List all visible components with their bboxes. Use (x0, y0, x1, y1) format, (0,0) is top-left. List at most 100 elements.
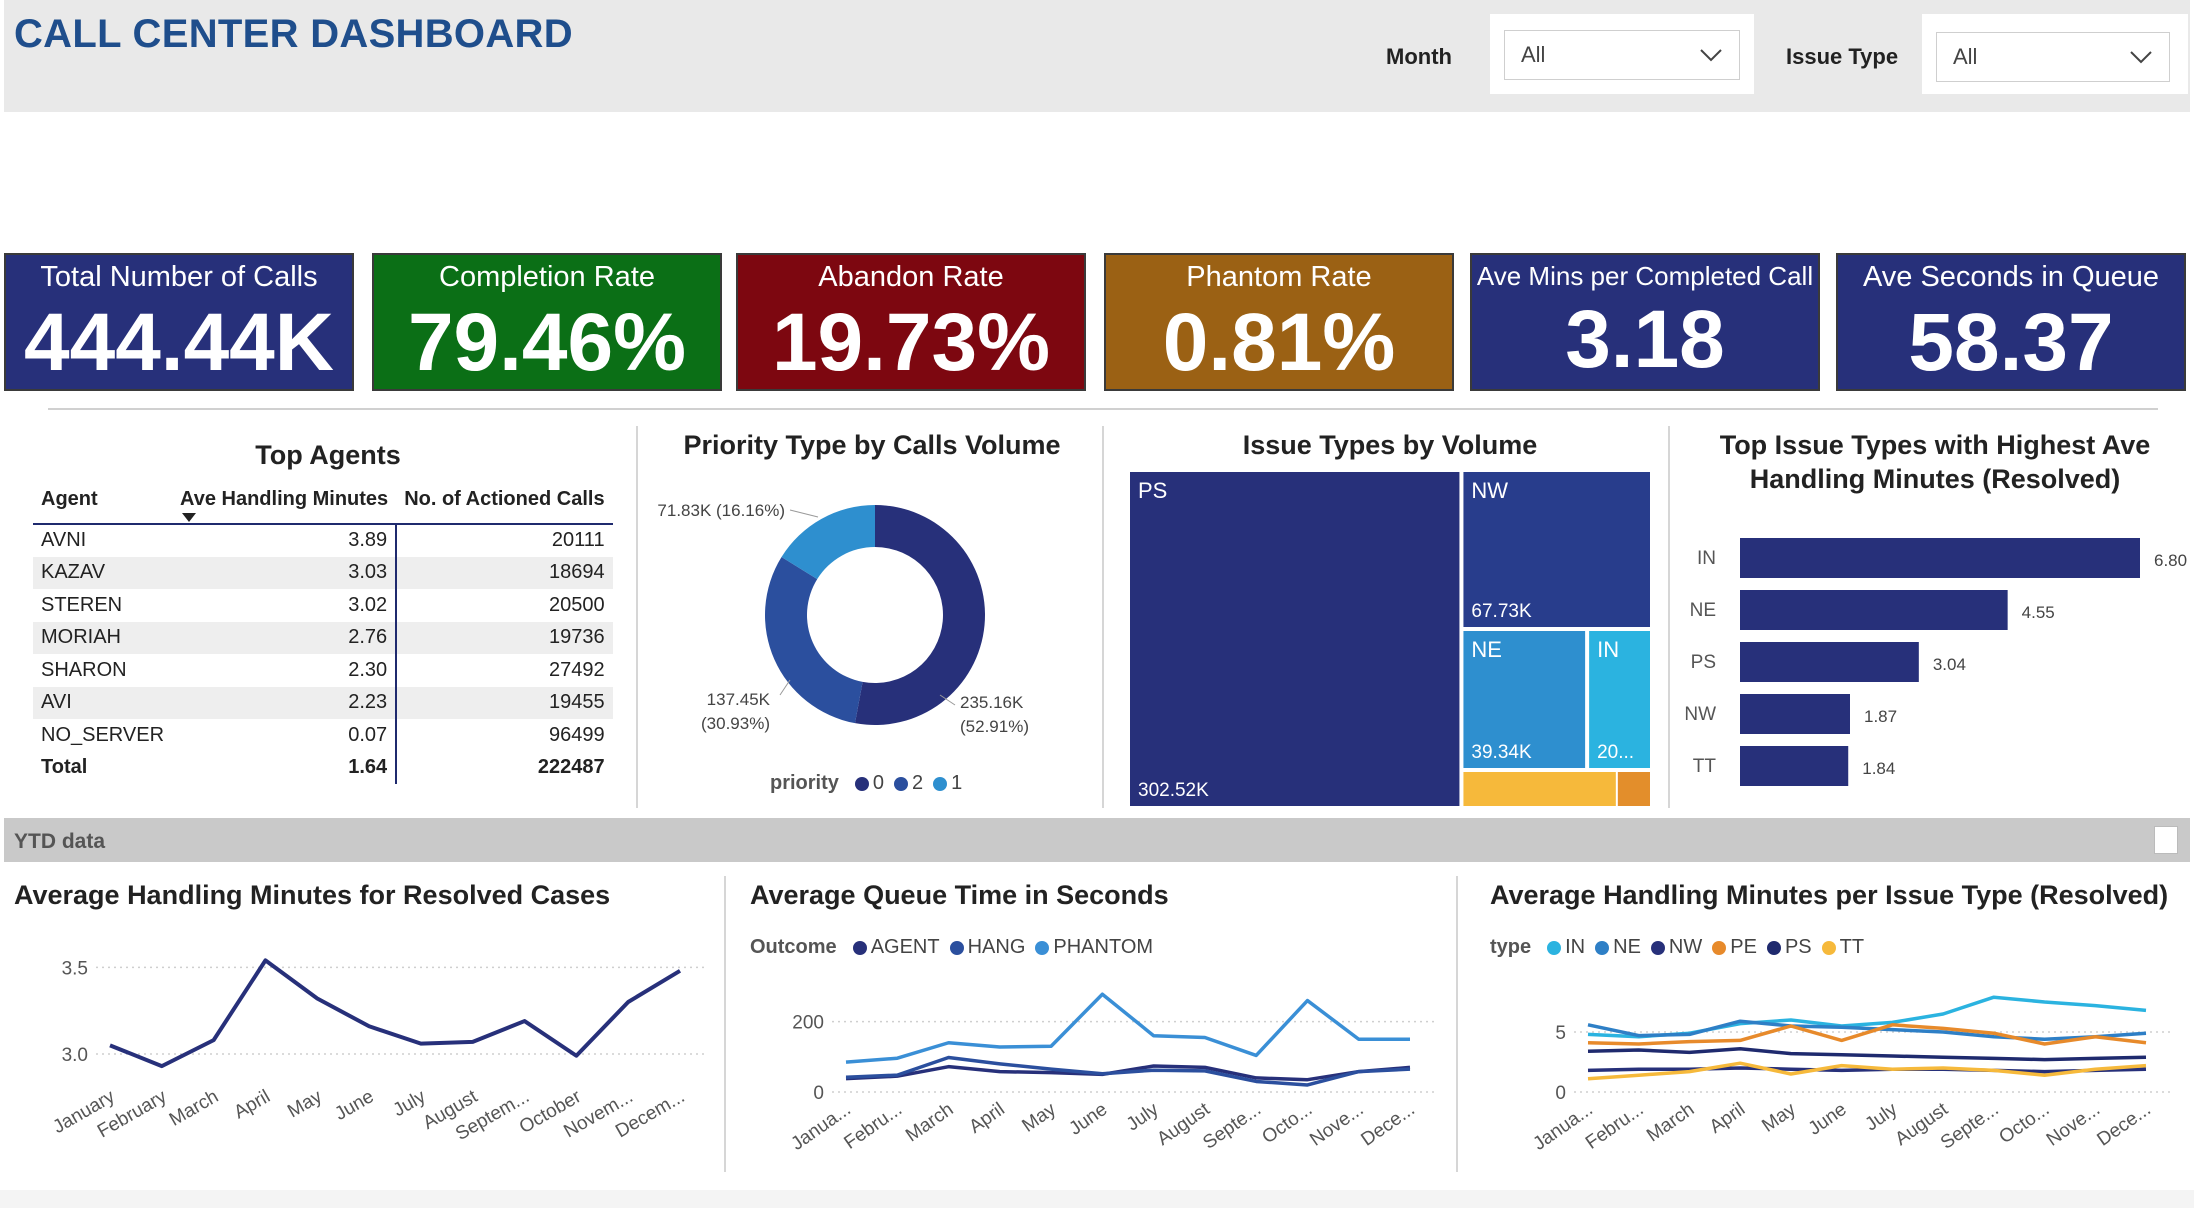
table-row[interactable]: KAZAV 3.03 18694 (33, 556, 613, 589)
x-tick-label: March (1643, 1099, 1698, 1146)
donut-slice-2 (765, 557, 863, 724)
table-row[interactable]: NO_SERVER 0.07 96499 (33, 719, 613, 752)
month-dropdown[interactable]: All (1504, 30, 1740, 80)
kpi-value: 3.18 (1565, 294, 1725, 385)
slice-label: 235.16K (960, 693, 1024, 712)
slice-label: 71.83K (16.16%) (657, 501, 785, 520)
legend-item[interactable]: TT (1840, 936, 1864, 959)
ytd-section-label: YTD data (14, 830, 106, 853)
ytd-section-bar (4, 818, 2190, 862)
actioned-calls: 19455 (396, 686, 613, 719)
legend-item[interactable]: IN (1565, 936, 1585, 959)
ytd-checkbox[interactable] (2154, 826, 2178, 854)
legend-item[interactable]: PE (1730, 936, 1757, 959)
x-tick-label: Janua... (1529, 1099, 1596, 1155)
kpi-title: Phantom Rate (1186, 261, 1372, 293)
kpi-value: 58.37 (1908, 297, 2114, 388)
x-tick-label: Febru... (840, 1099, 906, 1154)
column-header-actioned-calls[interactable]: No. of Actioned Calls (396, 484, 613, 525)
y-tick-label: 3.0 (62, 1045, 88, 1066)
legend-item[interactable]: PS (1785, 936, 1812, 959)
legend-swatch (1547, 940, 1562, 955)
table-row[interactable]: SHARON 2.30 27492 (33, 654, 613, 687)
agent-name: KAZAV (33, 556, 173, 589)
table-total-row: Total 1.64 222487 (33, 751, 613, 784)
agent-name: NO_SERVER (41, 723, 165, 746)
actioned-calls: 27492 (548, 658, 605, 681)
kpi-value: 19.73% (771, 297, 1051, 388)
bar-TT (1740, 746, 1849, 786)
total-actioned-calls: 222487 (537, 756, 605, 779)
kpi-total-calls: Total Number of Calls 444.44K (4, 253, 354, 391)
aht-issue-type-title: Average Handling Minutes per Issue Type … (1490, 880, 2169, 910)
legend-item[interactable]: 1 (951, 772, 962, 795)
treemap-value-label: 302.52K (1138, 780, 1209, 801)
top-issue-bar-title: Top Issue Types with Highest Ave Handlin… (1719, 430, 2151, 494)
column-header-ave-handling[interactable]: Ave Handling Minutes (172, 484, 397, 525)
kpi-value: 79.46% (407, 297, 687, 388)
ave-handling-minutes: 2.23 (172, 686, 398, 719)
bar-value-label: 1.84 (1862, 759, 1895, 778)
treemap-tile-TT (1617, 772, 1650, 806)
bar-NE (1740, 590, 2008, 630)
panel-divider (1456, 876, 1458, 1172)
ave-handling-minutes: 2.76 (172, 621, 398, 654)
bottom-strip (0, 1190, 2194, 1208)
treemap-value-label: 39.34K (1471, 742, 1532, 763)
table-row[interactable]: MORIAH 2.76 19736 (33, 621, 613, 654)
issue-type-dropdown[interactable]: All (1936, 32, 2170, 82)
ave-handling-minutes: 3.03 (172, 556, 398, 589)
divider (48, 408, 2158, 410)
legend-title: type (1490, 936, 1532, 958)
legend-swatch (1595, 940, 1610, 955)
actioned-calls: 18694 (396, 556, 613, 589)
table-row[interactable]: AVI 2.23 19455 (33, 686, 613, 719)
x-tick-label: March (166, 1086, 222, 1131)
agent-name: SHARON (41, 658, 127, 681)
kpi-title: Total Number of Calls (40, 261, 318, 293)
queue-time-legend: Outcome AGENT HANG PHANTOM (750, 936, 1153, 959)
legend-swatch (949, 940, 964, 955)
y-tick-label: 0 (813, 1083, 824, 1104)
legend-item[interactable]: PHANTOM (1053, 936, 1153, 959)
legend-swatch (852, 940, 867, 955)
x-tick-label: June (1805, 1099, 1851, 1140)
bar-value-label: 4.55 (2022, 603, 2055, 622)
x-tick-label: Nove... (1306, 1099, 1367, 1151)
legend-item[interactable]: HANG (968, 936, 1026, 959)
column-header-label: Ave Handling Minutes (180, 488, 389, 510)
agent-name: AVNI (41, 529, 87, 552)
treemap-tile-PS (1130, 472, 1460, 806)
table-header-row: Agent Ave Handling Minutes No. of Action… (33, 484, 613, 525)
x-tick-label: Dece... (2094, 1099, 2155, 1151)
x-tick-label: April (231, 1086, 274, 1123)
top-agents-title: Top Agents (255, 440, 401, 470)
column-header-agent[interactable]: Agent (33, 484, 173, 525)
month-filter-label: Month (1386, 44, 1452, 69)
treemap-label: PS (1138, 478, 1167, 503)
total-ave-handling: 1.64 (172, 751, 398, 784)
legend-item[interactable]: NW (1669, 936, 1702, 959)
queue-time-title: Average Queue Time in Seconds (750, 880, 1169, 910)
kpi-title: Ave Seconds in Queue (1862, 261, 2160, 293)
priority-chart-title: Priority Type by Calls Volume (683, 430, 1061, 460)
agent-name: STEREN (41, 593, 123, 616)
page-title: CALL CENTER DASHBOARD (14, 12, 573, 56)
issue-types-treemap: PS 302.52K NW 67.73K NE 39.34K IN 20... (1130, 472, 1650, 806)
legend-item[interactable]: 2 (912, 772, 923, 795)
legend-swatch (894, 776, 909, 791)
leader-line (779, 679, 791, 696)
bar-category-label: PS (1691, 652, 1716, 673)
table-row[interactable]: AVNI 3.89 20111 (33, 524, 613, 557)
x-tick-label: Septe... (1937, 1099, 2003, 1154)
top-agents-table: Agent Ave Handling Minutes No. of Action… (33, 484, 613, 784)
table-row[interactable]: STEREN 3.02 20500 (33, 589, 613, 622)
x-tick-label: May (1758, 1099, 1800, 1137)
legend-item[interactable]: 0 (873, 772, 884, 795)
legend-swatch (1712, 940, 1727, 955)
legend-item[interactable]: AGENT (871, 936, 940, 959)
kpi-title: Abandon Rate (818, 261, 1004, 293)
legend-item[interactable]: NE (1613, 936, 1641, 959)
issue-type-dropdown-value: All (1953, 44, 1978, 69)
priority-donut-chart: 235.16K (52.91%) 137.45K (30.93%) 71.83K (16… (657, 501, 1029, 736)
